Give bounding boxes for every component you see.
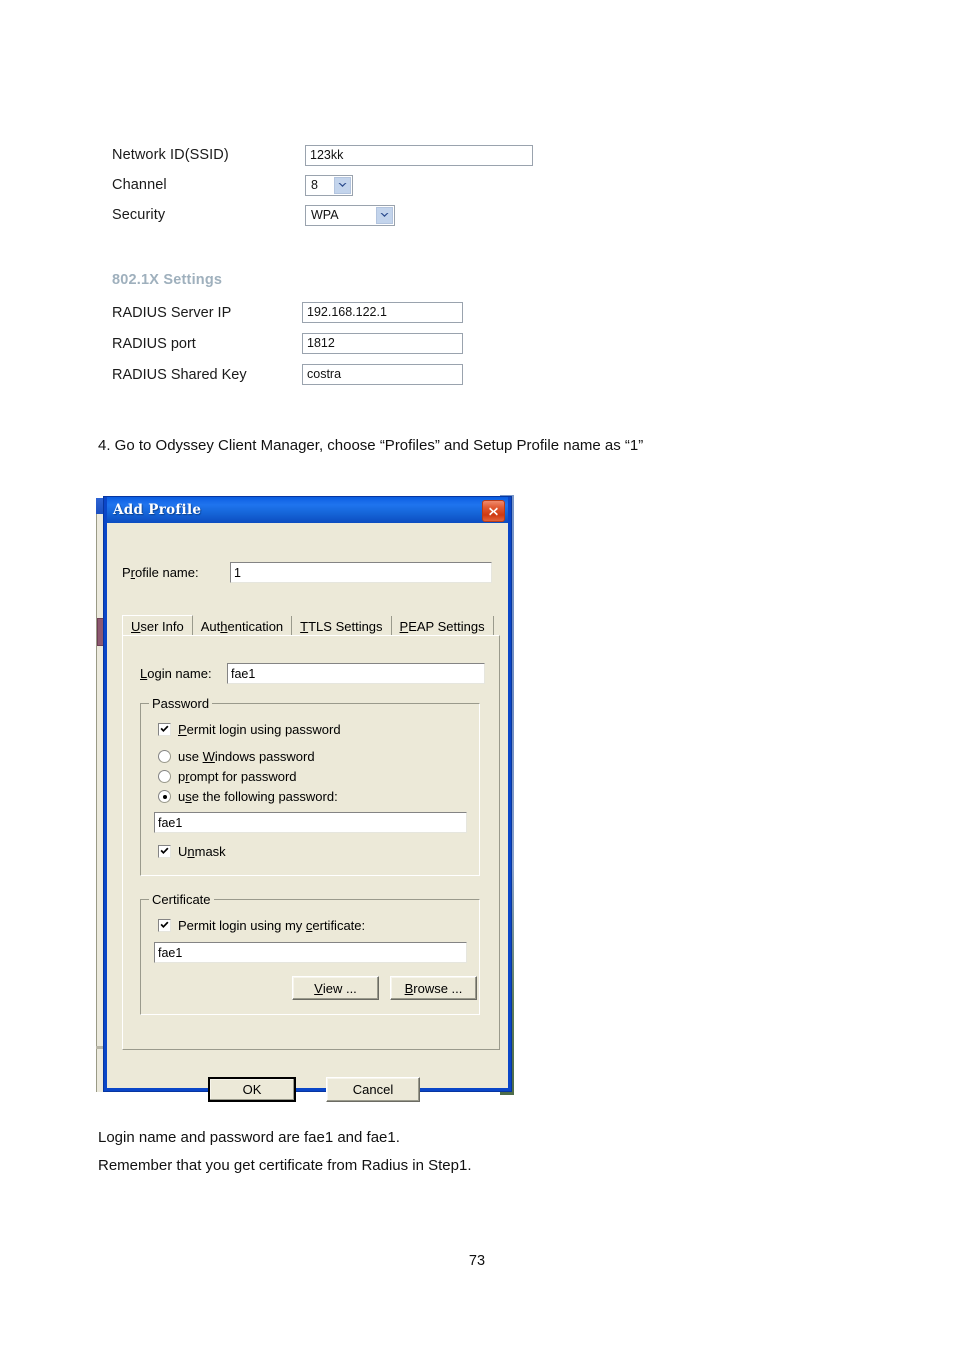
security-select[interactable]: WPA bbox=[305, 204, 395, 226]
tab-user-info[interactable]: User Info bbox=[122, 615, 193, 636]
password-groupbox: Password Permit login using password use… bbox=[140, 696, 480, 876]
security-label: Security bbox=[112, 207, 166, 223]
dot1x-section-title: 802.1X Settings bbox=[112, 272, 223, 288]
form-row-ssid: Network ID(SSID) 123kk bbox=[112, 140, 582, 170]
profile-name-input[interactable]: 1 bbox=[230, 562, 492, 583]
radio-prompt-for-password[interactable]: prompt for password bbox=[158, 769, 297, 784]
login-name-input[interactable]: fae1 bbox=[227, 663, 485, 684]
ssid-label: Network ID(SSID) bbox=[112, 147, 229, 163]
cancel-button[interactable]: Cancel bbox=[326, 1077, 420, 1102]
radius-port-label: RADIUS port bbox=[112, 335, 196, 352]
checkmark-icon bbox=[158, 845, 171, 858]
radio-icon bbox=[158, 770, 171, 783]
password-input[interactable]: fae1 bbox=[154, 812, 467, 833]
chevron-down-icon bbox=[376, 206, 393, 224]
channel-select[interactable]: 8 bbox=[305, 174, 353, 196]
dialog-tabs: User Info Aut h entication T TLS Settings P… bbox=[122, 615, 500, 636]
permit-login-password-checkbox[interactable]: Permit login using password bbox=[158, 722, 341, 737]
footer-line-2: Remember that you get certificate from R… bbox=[98, 1157, 472, 1174]
form-row-radius-server-ip: RADIUS Server IP 192.168.122.1 bbox=[112, 297, 582, 328]
checkmark-icon bbox=[158, 919, 171, 932]
security-select-value: WPA bbox=[311, 208, 339, 222]
permit-login-certificate-label: Permit login using my certificate: bbox=[178, 918, 366, 933]
view-certificate-button[interactable]: View ... bbox=[292, 976, 379, 1000]
unmask-label: Unmask bbox=[178, 844, 226, 859]
add-profile-dialog: Add Profile Profile name: 1 User Info Au… bbox=[103, 496, 512, 1102]
dot1x-settings-section: 802.1X Settings RADIUS Server IP 192.168… bbox=[112, 272, 582, 390]
form-row-channel: Channel 8 bbox=[112, 170, 582, 200]
radius-server-ip-input[interactable]: 192.168.122.1 bbox=[302, 302, 463, 323]
login-name-label: Login name: bbox=[140, 666, 212, 681]
radius-shared-key-input[interactable]: costra bbox=[302, 364, 463, 385]
ok-button[interactable]: OK bbox=[208, 1077, 296, 1102]
radius-shared-key-label: RADIUS Shared Key bbox=[112, 366, 247, 383]
certificate-group-title: Certificate bbox=[149, 892, 214, 907]
form-row-radius-port: RADIUS port 1812 bbox=[112, 328, 582, 359]
login-name-row: Login name: fae1 bbox=[140, 663, 485, 684]
tabpanel-user-info: Login name: fae1 Password Permit login u… bbox=[122, 635, 500, 1050]
form-row-radius-shared-key: RADIUS Shared Key costra bbox=[112, 359, 582, 390]
radio-prompt-for-password-label: prompt for password bbox=[178, 769, 297, 784]
chevron-down-icon bbox=[334, 176, 351, 194]
ssid-input[interactable]: 123kk bbox=[305, 144, 533, 166]
tab-peap-settings[interactable]: P EAP Settings bbox=[391, 616, 494, 636]
checkmark-icon bbox=[158, 723, 171, 736]
tab-authentication[interactable]: Aut h entication bbox=[192, 616, 293, 636]
radio-use-following-password[interactable]: use the following password: bbox=[158, 789, 338, 804]
certificate-input[interactable]: fae1 bbox=[154, 942, 467, 963]
profile-name-label: Profile name: bbox=[122, 565, 199, 580]
permit-login-password-label: Permit login using password bbox=[178, 722, 341, 737]
radio-icon bbox=[158, 750, 171, 763]
channel-label: Channel bbox=[112, 177, 167, 193]
close-icon[interactable] bbox=[482, 500, 505, 522]
unmask-checkbox[interactable]: Unmask bbox=[158, 844, 226, 859]
password-group-title: Password bbox=[149, 696, 213, 711]
profile-name-row: Profile name: 1 bbox=[122, 562, 500, 583]
radio-use-windows-password[interactable]: use Windows password bbox=[158, 749, 315, 764]
radius-port-input[interactable]: 1812 bbox=[302, 333, 463, 354]
step-instruction-text: 4. Go to Odyssey Client Manager, choose … bbox=[98, 437, 644, 454]
dialog-titlebar[interactable]: Add Profile bbox=[107, 497, 508, 523]
browse-certificate-button[interactable]: Browse ... bbox=[390, 976, 477, 1000]
page-number: 73 bbox=[468, 1253, 486, 1269]
certificate-groupbox: Certificate Permit login using my certif… bbox=[140, 892, 480, 1015]
channel-select-value: 8 bbox=[311, 178, 318, 192]
tab-ttls-settings[interactable]: T TLS Settings bbox=[292, 616, 392, 636]
footer-line-1: Login name and password are fae1 and fae… bbox=[98, 1129, 400, 1146]
radio-icon-selected bbox=[158, 790, 171, 803]
radio-use-windows-password-label: use Windows password bbox=[178, 749, 315, 764]
dialog-title: Add Profile bbox=[113, 502, 202, 518]
wireless-settings-form: Network ID(SSID) 123kk Channel 8 Securit… bbox=[112, 140, 582, 230]
form-row-security: Security WPA bbox=[112, 200, 582, 230]
radius-server-ip-label: RADIUS Server IP bbox=[112, 304, 232, 321]
permit-login-certificate-checkbox[interactable]: Permit login using my certificate: bbox=[158, 918, 365, 933]
radio-use-following-password-label: use the following password: bbox=[178, 789, 338, 804]
dialog-body: Profile name: 1 User Info Aut h entication… bbox=[107, 523, 508, 1102]
